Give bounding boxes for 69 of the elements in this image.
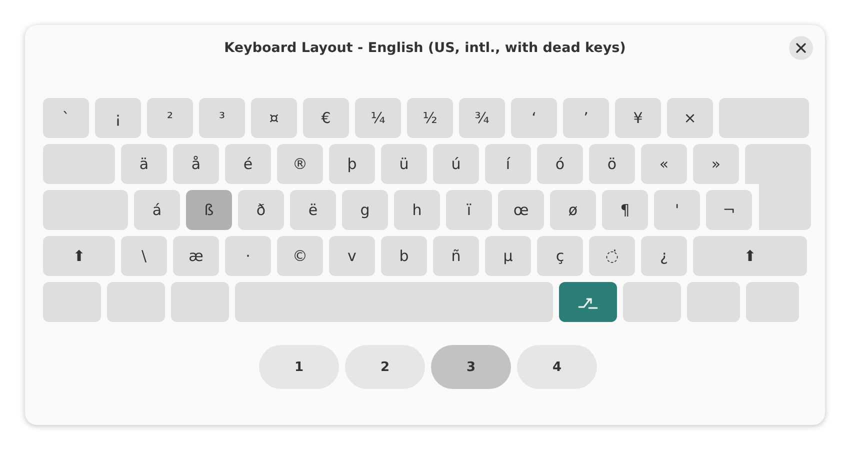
key[interactable]: á <box>134 190 180 230</box>
key[interactable]: ¶ <box>602 190 648 230</box>
key[interactable]: ® <box>277 144 323 184</box>
key[interactable]: æ <box>173 236 219 276</box>
level-button[interactable]: 4 <box>517 345 597 389</box>
key[interactable]: ½ <box>407 98 453 138</box>
key[interactable]: ¼ <box>355 98 401 138</box>
key[interactable]: é <box>225 144 271 184</box>
key[interactable]: ¿ <box>641 236 687 276</box>
modifier-key[interactable] <box>623 282 681 322</box>
key[interactable]: ó <box>537 144 583 184</box>
key[interactable]: ö <box>589 144 635 184</box>
key[interactable]: « <box>641 144 687 184</box>
modifier-key[interactable] <box>171 282 229 322</box>
key[interactable]: ¬ <box>706 190 752 230</box>
shift-key[interactable]: ⬆ <box>693 236 807 276</box>
key[interactable]: ß <box>186 190 232 230</box>
enter-key[interactable] <box>745 144 811 230</box>
key[interactable]: ` <box>43 98 89 138</box>
key[interactable]: µ <box>485 236 531 276</box>
key[interactable]: ø <box>550 190 596 230</box>
key[interactable]: h <box>394 190 440 230</box>
key[interactable]: ü <box>381 144 427 184</box>
key[interactable]: ¥ <box>615 98 661 138</box>
key[interactable]: v <box>329 236 375 276</box>
key[interactable]: ï <box>446 190 492 230</box>
key[interactable]: í <box>485 144 531 184</box>
key[interactable]: × <box>667 98 713 138</box>
key[interactable]: ë <box>290 190 336 230</box>
key[interactable]: ‘ <box>511 98 557 138</box>
caps-lock-key[interactable] <box>43 190 128 230</box>
key[interactable]: ä <box>121 144 167 184</box>
modifier-key[interactable] <box>687 282 740 322</box>
key[interactable]: ñ <box>433 236 479 276</box>
level-button[interactable]: 1 <box>259 345 339 389</box>
tab-key[interactable] <box>43 144 115 184</box>
key[interactable]: ç <box>537 236 583 276</box>
key[interactable]: \ <box>121 236 167 276</box>
key[interactable]: ² <box>147 98 193 138</box>
modifier-key[interactable] <box>107 282 165 322</box>
close-button[interactable] <box>789 36 813 60</box>
key[interactable]: œ <box>498 190 544 230</box>
key[interactable]: g <box>342 190 388 230</box>
close-icon <box>796 43 806 53</box>
key[interactable]: å <box>173 144 219 184</box>
key[interactable]: ú <box>433 144 479 184</box>
level3-shift-key[interactable] <box>559 282 617 322</box>
backspace-key[interactable] <box>719 98 809 138</box>
key[interactable]: € <box>303 98 349 138</box>
space-key[interactable] <box>235 282 553 322</box>
key[interactable]: ³ <box>199 98 245 138</box>
key[interactable]: ◌̇ <box>589 236 635 276</box>
key[interactable]: ' <box>654 190 700 230</box>
key[interactable]: » <box>693 144 739 184</box>
key[interactable]: © <box>277 236 323 276</box>
level-button[interactable]: 3 <box>431 345 511 389</box>
shift-key[interactable]: ⬆ <box>43 236 115 276</box>
key[interactable]: ¤ <box>251 98 297 138</box>
key[interactable]: ’ <box>563 98 609 138</box>
key[interactable]: ¾ <box>459 98 505 138</box>
window-title: Keyboard Layout - English (US, intl., with dead keys) <box>224 40 626 56</box>
key[interactable]: ð <box>238 190 284 230</box>
level-button[interactable]: 2 <box>345 345 425 389</box>
key[interactable]: b <box>381 236 427 276</box>
key[interactable]: þ <box>329 144 375 184</box>
key[interactable]: ¡ <box>95 98 141 138</box>
modifier-key[interactable] <box>746 282 799 322</box>
key[interactable]: · <box>225 236 271 276</box>
modifier-key[interactable] <box>43 282 101 322</box>
